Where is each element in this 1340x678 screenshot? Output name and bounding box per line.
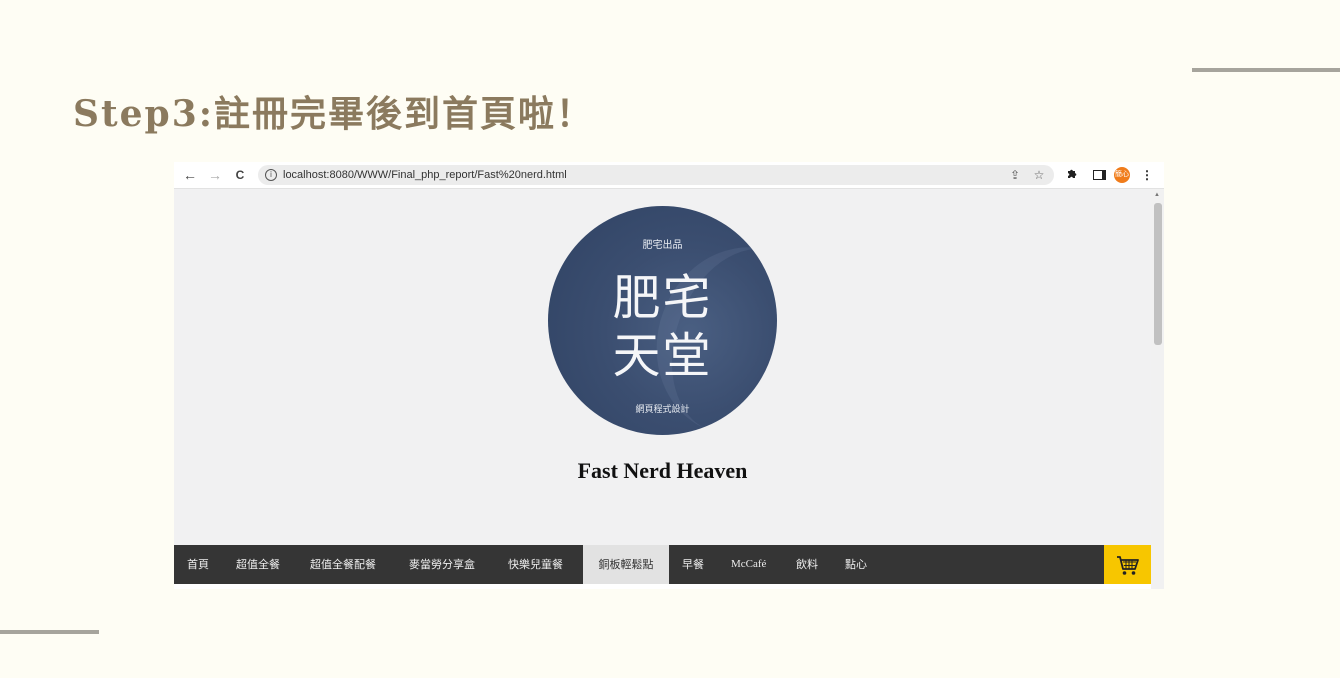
web-page: 肥宅出品 肥宅 天堂 網頁程式設計 Fast Nerd Heaven 首頁 超值… xyxy=(174,189,1151,589)
forward-button[interactable]: → xyxy=(205,165,225,185)
site-logo[interactable]: 肥宅出品 肥宅 天堂 網頁程式設計 xyxy=(548,206,777,435)
site-navbar: 首頁 超值全餐 超值全餐配餐 麥當勞分享盒 快樂兒童餐 銅板輕鬆點 早餐 McC… xyxy=(174,545,1151,584)
logo-line-1: 肥宅 xyxy=(612,270,713,326)
logo-top-text: 肥宅出品 xyxy=(642,240,683,251)
address-bar[interactable]: i localhost:8080/WWW/Final_php_report/Fa… xyxy=(258,165,1054,185)
nav-item-snacks[interactable]: 點心 xyxy=(845,545,867,584)
browser-window: ← → C i localhost:8080/WWW/Final_php_rep… xyxy=(174,162,1164,589)
page-scrollbar[interactable]: ▲ xyxy=(1151,189,1164,589)
cart-button[interactable] xyxy=(1104,545,1151,584)
browser-menu-icon[interactable]: ⋮ xyxy=(1137,165,1157,185)
info-icon[interactable]: i xyxy=(265,169,277,181)
site-title: Fast Nerd Heaven xyxy=(577,458,748,483)
nav-item-home[interactable]: 首頁 xyxy=(187,545,209,584)
nav-item-coin-menu[interactable]: 銅板輕鬆點 xyxy=(583,545,669,584)
nav-item-meal-sides[interactable]: 超值全餐配餐 xyxy=(310,545,376,584)
url-text: localhost:8080/WWW/Final_php_report/Fast… xyxy=(283,169,567,181)
puzzle-icon xyxy=(1068,169,1077,178)
share-icon[interactable]: ⇪ xyxy=(1005,165,1025,185)
logo-line-2: 天堂 xyxy=(612,328,713,384)
decorative-line-top xyxy=(1192,68,1340,72)
scroll-up-arrow-icon[interactable]: ▲ xyxy=(1154,191,1160,199)
bookmark-star-icon[interactable]: ☆ xyxy=(1029,165,1049,185)
nav-item-value-meals[interactable]: 超值全餐 xyxy=(236,545,280,584)
extensions-puzzle-icon[interactable] xyxy=(1062,165,1082,185)
reload-button[interactable]: C xyxy=(230,165,250,185)
slide-title: Step3:註冊完畢後到首頁啦！ xyxy=(73,93,595,135)
nav-item-happy-meal[interactable]: 快樂兒童餐 xyxy=(508,545,563,584)
nav-item-share-box[interactable]: 麥當勞分享盒 xyxy=(409,545,475,584)
nav-item-drinks[interactable]: 飲料 xyxy=(796,545,818,584)
decorative-line-bottom xyxy=(0,630,99,634)
content-area xyxy=(174,584,1151,589)
nav-item-mccafe[interactable]: McCafé xyxy=(731,545,766,584)
side-panel-icon[interactable] xyxy=(1093,170,1106,180)
scroll-thumb[interactable] xyxy=(1154,203,1162,345)
logo-bottom-text: 網頁程式設計 xyxy=(635,405,690,415)
shopping-cart-icon xyxy=(1117,556,1139,575)
nav-item-breakfast[interactable]: 早餐 xyxy=(682,545,704,584)
browser-toolbar: ← → C i localhost:8080/WWW/Final_php_rep… xyxy=(174,162,1164,189)
profile-avatar[interactable]: 簡心 xyxy=(1114,167,1130,183)
back-button[interactable]: ← xyxy=(180,165,200,185)
